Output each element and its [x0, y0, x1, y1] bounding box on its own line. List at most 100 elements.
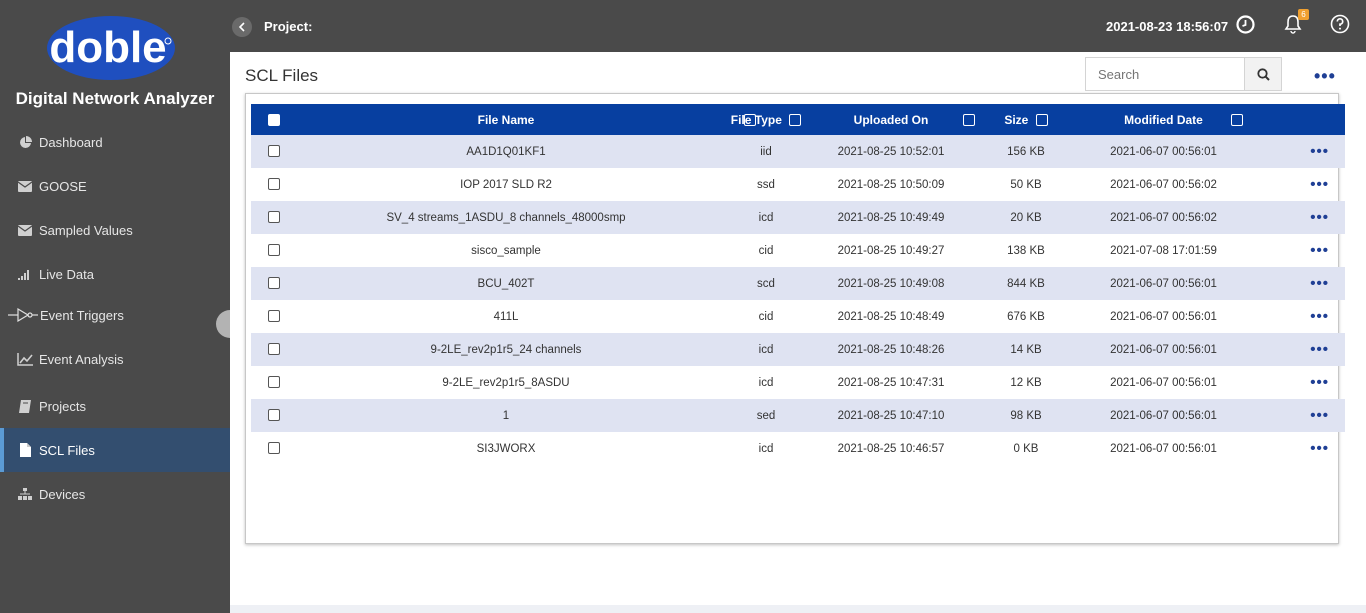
uploaded-on-cell: 2021-08-25 10:49:08	[837, 277, 945, 290]
table-row[interactable]: IOP 2017 SLD R2 ssd 2021-08-25 10:50:09 50 …	[251, 168, 1345, 201]
row-more-options-button[interactable]: •••	[1310, 440, 1329, 457]
table-row[interactable]: 411L cid 2021-08-25 10:48:49 676 KB 2021-06-…	[251, 300, 1345, 333]
sidebar-item-label: SCL Files	[39, 442, 95, 458]
row-checkbox[interactable]	[267, 442, 280, 455]
file-name-cell: SI3JWORX	[476, 442, 536, 455]
back-button[interactable]	[232, 17, 252, 37]
sidebar-item-label: Projects	[39, 398, 86, 414]
modified-date-cell: 2021-06-07 00:56:02	[1110, 178, 1217, 191]
notification-badge: 6	[1298, 9, 1309, 20]
row-more-options-button[interactable]: •••	[1310, 275, 1329, 292]
modified-date-cell: 2021-06-07 00:56:02	[1110, 211, 1217, 224]
column-toggle-checkbox[interactable]	[789, 114, 802, 127]
sidebar-item-sampled-values[interactable]: Sampled Values	[0, 208, 230, 252]
sidebar-item-event-analysis[interactable]: Event Analysis	[0, 334, 230, 384]
sidebar-item-devices[interactable]: Devices	[0, 472, 230, 516]
line-chart-icon	[17, 352, 33, 366]
table-body: AA1D1Q01KF1 iid 2021-08-25 10:52:01 156 KB 2…	[251, 135, 1345, 465]
page-title: SCL Files	[245, 66, 319, 85]
size-cell: 0 KB	[1013, 442, 1039, 455]
sidebar-item-live-data[interactable]: Live Data	[0, 252, 230, 296]
row-actions-cell: •••	[1241, 168, 1345, 201]
page-more-options-button[interactable]: •••	[1314, 66, 1336, 87]
sidebar-item-label: Sampled Values	[39, 222, 133, 238]
doble-logo: doble	[47, 16, 175, 80]
sidebar-item-dashboard[interactable]: Dashboard	[0, 120, 230, 164]
sidebar-item-scl-files[interactable]: SCL Files	[0, 428, 230, 472]
header-uploaded-on[interactable]: Uploaded On	[816, 104, 975, 135]
row-select-cell	[251, 333, 296, 366]
row-checkbox[interactable]	[267, 178, 280, 191]
table-row[interactable]: 9-2LE_rev2p1r5_8ASDU icd 2021-08-25 10:47:…	[251, 366, 1345, 399]
file-icon	[17, 443, 33, 457]
sidebar-item-goose[interactable]: GOOSE	[0, 164, 230, 208]
size-cell: 14 KB	[1010, 343, 1042, 356]
row-checkbox[interactable]	[267, 343, 280, 356]
row-actions-cell: •••	[1241, 399, 1345, 432]
uploaded-on-cell: 2021-08-25 10:47:31	[837, 376, 945, 389]
row-checkbox[interactable]	[267, 409, 280, 422]
sidebar-item-label: Devices	[39, 486, 86, 502]
table-row[interactable]: 1 sed 2021-08-25 10:47:10 98 KB 2021-06-07 0…	[251, 399, 1345, 432]
row-more-options-button[interactable]: •••	[1310, 176, 1329, 193]
row-checkbox[interactable]	[267, 376, 280, 389]
select-all-checkbox[interactable]	[267, 114, 280, 127]
row-more-options-button[interactable]: •••	[1310, 407, 1329, 424]
uploaded-on-cell: 2021-08-25 10:50:09	[837, 178, 945, 191]
scl-files-card: File Name File Type Uploaded On Size Mod…	[245, 93, 1345, 544]
modified-date-cell: 2021-06-07 00:56:01	[1110, 442, 1217, 455]
row-select-cell	[251, 168, 296, 201]
search-button[interactable]	[1244, 58, 1281, 90]
help-icon[interactable]	[1330, 14, 1350, 34]
table-row[interactable]: SV_4 streams_1ASDU_8 channels_48000smp ic…	[251, 201, 1345, 234]
header-label: File Name	[477, 112, 535, 127]
header-modified-date[interactable]: Modified Date	[1086, 104, 1243, 135]
uploaded-on-cell: 2021-08-25 10:49:49	[837, 211, 945, 224]
row-more-options-button[interactable]: •••	[1310, 341, 1329, 358]
sidebar: doble Digital Network Analyzer Dashboard…	[0, 0, 230, 613]
table-row[interactable]: sisco_sample cid 2021-08-25 10:49:27 138 KB…	[251, 234, 1345, 267]
row-more-options-button[interactable]: •••	[1310, 308, 1329, 325]
row-select-cell	[251, 300, 296, 333]
row-more-options-button[interactable]: •••	[1310, 374, 1329, 391]
row-checkbox[interactable]	[267, 310, 280, 323]
row-more-options-button[interactable]: •••	[1310, 143, 1329, 160]
row-checkbox[interactable]	[267, 211, 280, 224]
clock-icon[interactable]	[1236, 15, 1255, 34]
signal-bars-icon	[17, 267, 33, 281]
trigger-icon	[8, 308, 38, 322]
row-actions-cell: •••	[1241, 234, 1345, 267]
row-select-cell	[251, 135, 296, 168]
table-row[interactable]: BCU_402T scd 2021-08-25 10:49:08 844 KB 2021…	[251, 267, 1345, 300]
row-checkbox[interactable]	[267, 244, 280, 257]
row-actions-cell: •••	[1241, 300, 1345, 333]
sidebar-item-label: Dashboard	[39, 134, 103, 150]
row-more-options-button[interactable]: •••	[1310, 242, 1329, 259]
sidebar-item-projects[interactable]: Projects	[0, 384, 230, 428]
row-select-cell	[251, 201, 296, 234]
row-checkbox[interactable]	[267, 277, 280, 290]
sidebar-item-event-triggers[interactable]: Event Triggers	[0, 296, 230, 334]
row-more-options-button[interactable]: •••	[1310, 209, 1329, 226]
header-file-type[interactable]: File Type	[716, 104, 816, 135]
sidebar-item-label: Event Triggers	[40, 307, 124, 323]
column-toggle-checkbox[interactable]	[1035, 114, 1048, 127]
modified-date-cell: 2021-06-07 00:56:01	[1110, 145, 1217, 158]
header-label: File Type	[730, 112, 782, 127]
row-select-cell	[251, 432, 296, 465]
logo-text: doble	[49, 23, 166, 72]
header-file-name[interactable]: File Name	[296, 104, 756, 135]
table-row[interactable]: AA1D1Q01KF1 iid 2021-08-25 10:52:01 156 KB 2…	[251, 135, 1345, 168]
row-checkbox[interactable]	[267, 145, 280, 158]
search-input[interactable]	[1086, 58, 1244, 90]
search-box	[1085, 57, 1282, 91]
table-row[interactable]: SI3JWORX icd 2021-08-25 10:46:57 0 KB 2021-0…	[251, 432, 1345, 465]
row-actions-cell: •••	[1241, 201, 1345, 234]
modified-date-cell: 2021-06-07 00:56:01	[1110, 409, 1217, 422]
row-select-cell	[251, 399, 296, 432]
table-row[interactable]: 9-2LE_rev2p1r5_24 channels icd 2021-08-25 …	[251, 333, 1345, 366]
size-cell: 20 KB	[1010, 211, 1042, 224]
file-type-cell: scd	[757, 277, 775, 290]
header-size[interactable]: Size	[966, 104, 1086, 135]
sidebar-item-label: Event Analysis	[39, 351, 124, 367]
